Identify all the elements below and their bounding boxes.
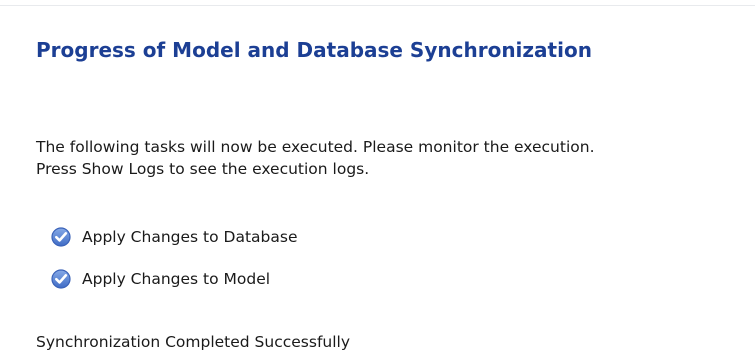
task-item-apply-database: Apply Changes to Database xyxy=(50,226,297,248)
page-title: Progress of Model and Database Synchroni… xyxy=(36,38,592,62)
status-message: Synchronization Completed Successfully xyxy=(36,333,351,351)
check-circle-icon xyxy=(51,227,71,247)
sync-progress-page: Progress of Model and Database Synchroni… xyxy=(0,0,755,360)
top-divider xyxy=(0,5,755,6)
description-line-2: Press Show Logs to see the execution log… xyxy=(36,160,370,178)
task-list: Apply Changes to Database Apply Changes … xyxy=(50,226,297,310)
task-label: Apply Changes to Database xyxy=(82,228,298,246)
task-item-apply-model: Apply Changes to Model xyxy=(50,268,297,290)
description: The following tasks will now be executed… xyxy=(36,136,595,180)
check-circle-icon xyxy=(51,269,71,289)
description-line-1: The following tasks will now be executed… xyxy=(36,138,595,156)
task-label: Apply Changes to Model xyxy=(82,270,271,288)
